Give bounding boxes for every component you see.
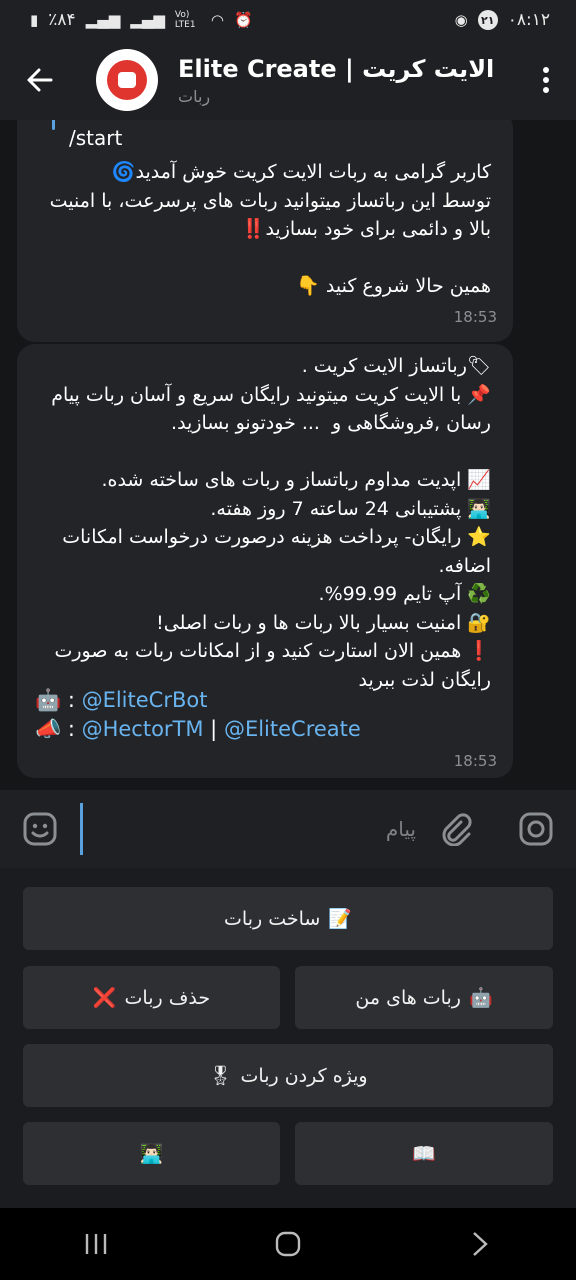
battery-level: ٪۸۴ — [48, 10, 76, 30]
medal-icon: 🎖 — [208, 1065, 233, 1087]
bot-username-link[interactable]: @EliteCrBot — [82, 688, 208, 712]
channel-link-1[interactable]: @HectorTM — [82, 717, 204, 741]
cross-icon: ❌ — [92, 987, 117, 1009]
message-time: 18:53 — [453, 308, 497, 326]
alarm-icon: ⏰ — [233, 11, 253, 29]
chat-area[interactable]: arya /start کاربر گرامی به ربات الایت کر… — [0, 120, 576, 790]
message-composer — [0, 790, 576, 868]
lte-label: Vo) LTE1 — [174, 10, 196, 30]
reply-author: arya — [67, 120, 112, 121]
emoji-button[interactable] — [0, 790, 80, 868]
robot-icon: 🤖 : — [35, 688, 82, 712]
clock: ۰۸:۱۲ — [507, 10, 550, 30]
home-icon — [275, 1231, 301, 1257]
home-button[interactable] — [248, 1208, 328, 1280]
status-left: ▮ ٪۸۴ ▂▄▆ ▂▄▆ Vo) LTE1 ◠ ⏰ — [30, 10, 253, 30]
button-label: ویژه کردن ربات — [240, 1064, 368, 1087]
signal-icon-2: ▂▄▆ — [130, 11, 165, 29]
paperclip-icon — [442, 813, 472, 846]
link-separator: | — [203, 717, 224, 741]
screen-record-icon: ◉ — [454, 11, 468, 29]
vip-bot-button[interactable]: ویژه کردن ربات 🎖 — [23, 1044, 553, 1107]
arrow-left-icon — [27, 68, 53, 92]
more-vertical-icon — [543, 67, 549, 93]
reply-indicator — [52, 120, 55, 130]
message-text: 🏷رباتساز الایت کریت . 📌 با الایت کریت می… — [51, 355, 491, 691]
channel-link-2[interactable]: @EliteCreate — [224, 717, 361, 741]
chat-header: Elite Create | الایت کریت ربات — [0, 40, 576, 120]
notification-badge: ۲۱ — [477, 10, 498, 30]
megaphone-icon: 📣 : — [35, 717, 82, 741]
battery-icon: ▮ — [30, 11, 39, 29]
wifi-icon: ◠ — [210, 11, 224, 29]
message-bubble[interactable]: 🏷رباتساز الایت کریت . 📌 با الایت کریت می… — [17, 344, 513, 778]
status-bar: ▮ ٪۸۴ ▂▄▆ ▂▄▆ Vo) LTE1 ◠ ⏰ ◉ ۲۱ ۰۸:۱۲ — [0, 0, 576, 40]
memo-icon: 📝 — [328, 908, 352, 930]
recents-button[interactable] — [56, 1208, 136, 1280]
reply-command: /start — [69, 126, 123, 150]
camera-button[interactable] — [496, 790, 576, 868]
message-input[interactable] — [80, 803, 416, 855]
attach-button[interactable] — [416, 790, 496, 868]
avatar[interactable] — [96, 49, 158, 111]
status-right: ◉ ۲۱ ۰۸:۱۲ — [455, 10, 550, 30]
signal-icon: ▂▄▆ — [85, 11, 121, 29]
delete-bot-button[interactable]: حذف ربات ❌ — [23, 966, 280, 1029]
camera-icon — [519, 812, 553, 846]
bot-keyboard: 📝 ساخت ربات 🤖 ربات های من حذف ربات ❌ ویژ… — [0, 868, 576, 1208]
message-text: کاربر گرامی به ربات الایت کریت خوش آمدید… — [49, 161, 491, 297]
support-button[interactable]: 👨🏻‍💻 — [23, 1122, 280, 1185]
message-bubble[interactable]: arya /start کاربر گرامی به ربات الایت کر… — [17, 120, 513, 342]
channel-link-line: 📣 : @HectorTM | @EliteCreate — [35, 717, 361, 742]
button-label: حذف ربات — [124, 986, 211, 1009]
button-label: ربات های من — [355, 986, 461, 1009]
back-nav-button[interactable] — [440, 1208, 520, 1280]
system-nav-bar — [0, 1208, 576, 1280]
guide-button[interactable]: 📖 — [295, 1122, 553, 1185]
build-bot-button[interactable]: 📝 ساخت ربات — [23, 887, 553, 950]
chat-info[interactable]: Elite Create | الایت کریت ربات — [178, 55, 516, 106]
robot-icon: 🤖 — [468, 987, 493, 1009]
bot-link-line: 🤖 : @EliteCrBot — [35, 688, 207, 713]
recents-icon — [85, 1234, 107, 1254]
chat-title: Elite Create | الایت کریت — [178, 54, 495, 83]
more-button[interactable] — [516, 40, 576, 120]
button-label: ساخت ربات — [224, 907, 321, 930]
book-icon: 📖 — [412, 1143, 436, 1165]
chat-subtitle: ربات — [178, 86, 211, 106]
chevron-right-icon — [473, 1232, 488, 1256]
my-bots-button[interactable]: 🤖 ربات های من — [295, 966, 553, 1029]
emoji-icon — [23, 812, 57, 846]
technologist-icon: 👨🏻‍💻 — [139, 1143, 164, 1165]
back-button[interactable] — [0, 40, 80, 120]
bot-logo-icon — [107, 60, 147, 100]
message-time: 18:53 — [453, 752, 497, 770]
